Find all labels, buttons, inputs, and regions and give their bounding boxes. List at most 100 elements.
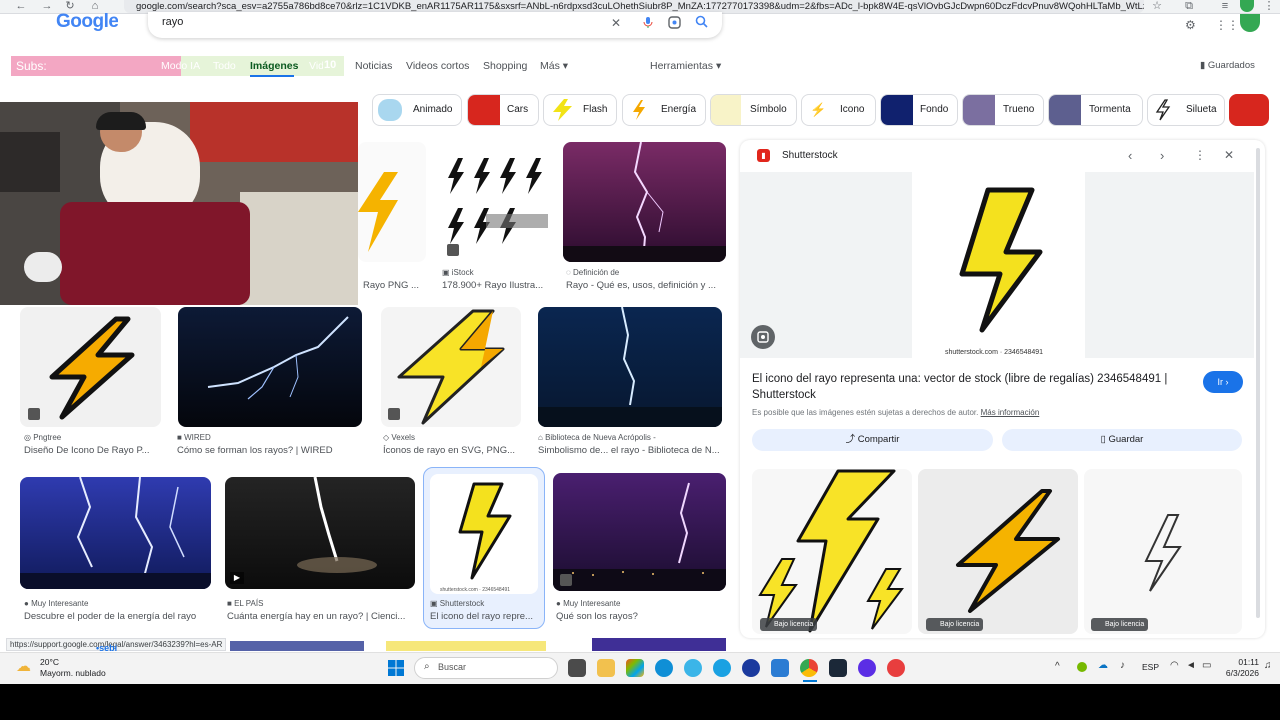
next-image-icon[interactable]: ›	[1160, 148, 1164, 163]
result-source-muy-interesante-1[interactable]: ● Muy Interesante	[24, 599, 88, 608]
volume-icon[interactable]: ◄	[1186, 660, 1196, 671]
close-panel-icon[interactable]: ✕	[1224, 148, 1234, 162]
tab-mas[interactable]: Más ▾	[540, 60, 568, 72]
mic-icon[interactable]	[642, 16, 654, 29]
save-button[interactable]: ▯ Guardar	[1002, 429, 1242, 451]
tab-todo[interactable]: Todo	[213, 60, 236, 72]
steam-icon[interactable]	[829, 659, 847, 677]
tray-nvidia-icon[interactable]	[1077, 662, 1087, 672]
result-title-muy-interesante-2[interactable]: Qué son los rayos?	[556, 611, 638, 622]
result-title-biblioteca[interactable]: Simbolismo de... el rayo - Biblioteca de…	[538, 445, 720, 456]
edge-icon[interactable]	[655, 659, 673, 677]
hp-icon[interactable]	[742, 659, 760, 677]
tray-mic-icon[interactable]: ♪	[1120, 660, 1125, 671]
tray-onedrive-icon[interactable]: ☁	[1098, 660, 1108, 671]
result-title-vexels[interactable]: Íconos de rayo en SVG, PNG...	[383, 445, 515, 456]
result-source-vexels[interactable]: ◇ Vexels	[383, 433, 415, 442]
clock-date[interactable]: 6/3/2026	[1220, 668, 1259, 678]
result-thumb-pngtree[interactable]	[20, 307, 161, 427]
tray-chevron-icon[interactable]: ^	[1055, 661, 1060, 672]
related-thumb-1[interactable]	[752, 469, 912, 634]
result-thumb-vexels[interactable]	[381, 307, 521, 427]
lens-icon[interactable]	[668, 16, 681, 29]
menu-icon[interactable]: ≡	[1218, 0, 1232, 14]
result-thumb-definicion[interactable]	[563, 142, 726, 262]
forward-icon[interactable]: →	[40, 0, 54, 14]
chrome-alt-icon[interactable]	[713, 659, 731, 677]
related-thumb-3[interactable]	[1084, 469, 1242, 634]
tab-imagenes[interactable]: Imágenes	[250, 60, 298, 72]
result-source-pngtree[interactable]: ◎ Pngtree	[24, 433, 61, 442]
search-box[interactable]	[148, 12, 722, 38]
tab-modo-ia[interactable]: Modo IA	[161, 60, 200, 72]
back-icon[interactable]: ←	[14, 0, 28, 14]
result-thumb-wired[interactable]	[178, 307, 362, 427]
more-info-link[interactable]: Más información	[981, 408, 1040, 417]
tab-noticias[interactable]: Noticias	[355, 60, 392, 72]
weather-desc[interactable]: Mayorm. nublado	[40, 668, 106, 678]
tools-button[interactable]: Herramientas ▾	[650, 60, 721, 72]
apps-grid-icon[interactable]: ⋮⋮	[1215, 18, 1239, 32]
language-indicator[interactable]: ESP	[1142, 662, 1159, 672]
tab-videos[interactable]: Videos	[309, 60, 323, 72]
tab-videos-cortos[interactable]: Videos cortos	[406, 60, 469, 72]
more-vert-icon[interactable]: ⋮	[1262, 0, 1276, 14]
task-view-icon[interactable]	[568, 659, 586, 677]
result-thumb-peek[interactable]	[592, 638, 726, 651]
clock-time[interactable]: 01:11	[1227, 657, 1259, 667]
tab-shopping[interactable]: Shopping	[483, 60, 527, 72]
result-source-biblioteca[interactable]: ⌂ Biblioteca de Nueva Acrópolis -	[538, 433, 656, 442]
result-title-el-pais[interactable]: Cuánta energía hay en un rayo? | Cienci.…	[227, 611, 405, 622]
start-windows-icon[interactable]	[388, 660, 404, 676]
result-thumb-peek[interactable]	[230, 641, 364, 651]
result-title-rayo-png[interactable]: Rayo PNG ...	[363, 280, 419, 291]
share-button[interactable]: ⤴ Compartir	[752, 429, 993, 451]
result-source-muy-interesante-2[interactable]: ● Muy Interesante	[556, 599, 620, 608]
result-thumb-el-pais[interactable]	[225, 477, 415, 589]
settings-gear-icon[interactable]: ⚙	[1185, 18, 1196, 32]
result-thumb-biblioteca[interactable]	[538, 307, 722, 427]
preview-main-image[interactable]	[912, 172, 1085, 358]
visit-button[interactable]: Ir ›	[1203, 371, 1243, 393]
chip-more-cars[interactable]	[1229, 94, 1269, 126]
panel-title[interactable]: El icono del rayo representa una: vector…	[752, 371, 1192, 403]
result-source-definicion[interactable]: ◌ Definición de	[566, 268, 619, 277]
prev-image-icon[interactable]: ‹	[1128, 148, 1132, 163]
result-source-shutterstock[interactable]: ▣ Shutterstock	[430, 599, 484, 608]
result-title-pngtree[interactable]: Diseño De Icono De Rayo P...	[24, 445, 150, 456]
extensions-icon[interactable]: ⧉	[1182, 0, 1196, 14]
result-thumb-rayo-png[interactable]	[358, 142, 426, 262]
taskbar-search[interactable]	[414, 657, 558, 679]
obs-icon[interactable]	[858, 659, 876, 677]
chrome-icon[interactable]	[800, 659, 818, 677]
more-options-icon[interactable]: ⋮	[1194, 148, 1206, 162]
battery-icon[interactable]: ▭	[1202, 660, 1211, 671]
notification-bell-icon[interactable]: ♫	[1264, 660, 1272, 671]
result-title-wired[interactable]: Cómo se forman los rayos? | WIRED	[177, 445, 333, 456]
mail-icon[interactable]	[771, 659, 789, 677]
result-thumb-shutterstock[interactable]	[430, 474, 538, 594]
saved-button[interactable]: ▮ Guardados	[1200, 60, 1255, 71]
result-source-wired[interactable]: ■ WIRED	[177, 433, 211, 442]
result-title-muy-interesante-1[interactable]: Descubre el poder de la energía del rayo	[24, 611, 196, 622]
panel-scrollbar[interactable]	[1256, 148, 1260, 618]
search-query[interactable]: rayo	[162, 16, 183, 28]
file-explorer-icon[interactable]	[597, 659, 615, 677]
result-title-istock[interactable]: 178.900+ Rayo Ilustra...	[442, 280, 543, 291]
clear-icon[interactable]: ✕	[611, 16, 621, 30]
app-icon[interactable]	[684, 659, 702, 677]
copilot-icon[interactable]	[626, 659, 644, 677]
result-thumb-peek[interactable]	[386, 641, 546, 651]
google-logo[interactable]: Google	[56, 12, 118, 31]
bookmark-star-icon[interactable]: ☆	[1150, 0, 1164, 14]
result-thumb-muy-interesante-2[interactable]	[553, 473, 726, 591]
result-title-shutterstock[interactable]: El icono del rayo repre...	[430, 611, 533, 622]
search-icon[interactable]	[695, 15, 708, 28]
result-thumb-muy-interesante-1[interactable]	[20, 477, 211, 589]
panel-source[interactable]: Shutterstock	[782, 150, 838, 161]
related-thumb-2[interactable]	[918, 469, 1078, 634]
weather-icon[interactable]: ☁	[16, 657, 31, 675]
wifi-icon[interactable]: ◠	[1170, 660, 1179, 671]
app-red-icon[interactable]	[887, 659, 905, 677]
result-source-el-pais[interactable]: ■ EL PAÍS	[227, 599, 263, 608]
